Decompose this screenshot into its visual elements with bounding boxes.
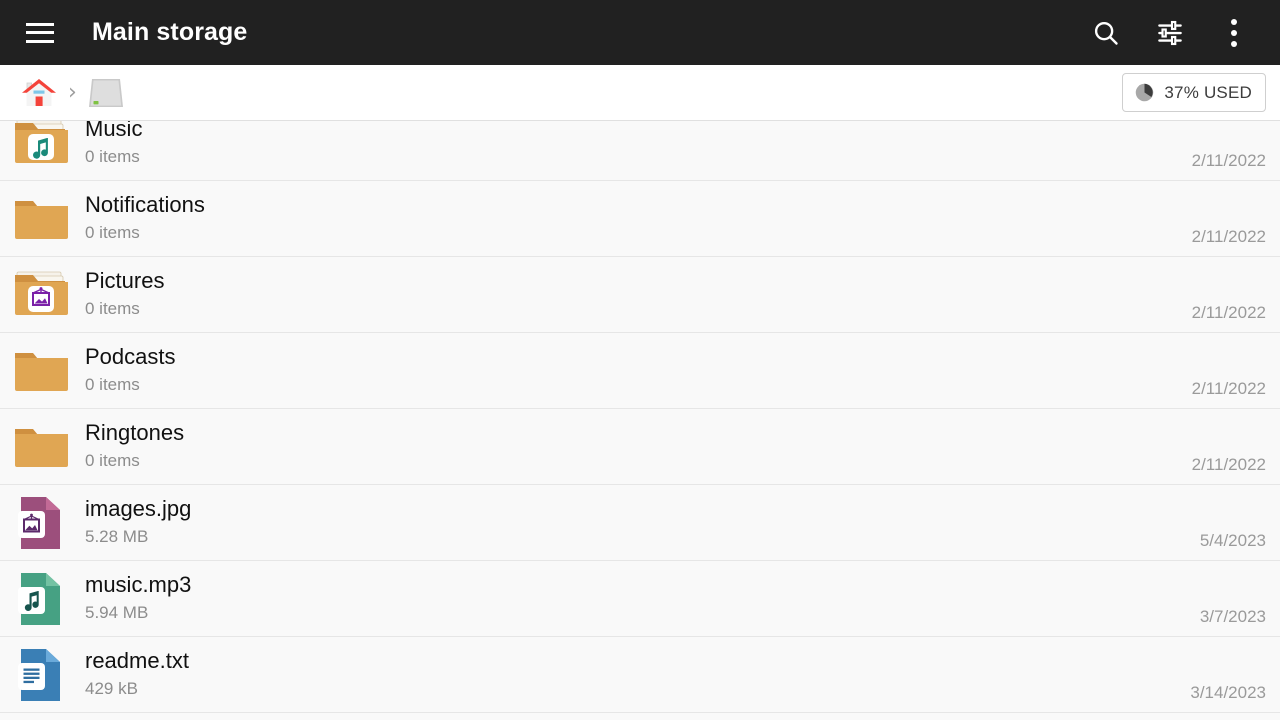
sort-settings-button[interactable]: [1146, 9, 1194, 57]
search-icon: [1094, 21, 1118, 45]
file-subtitle: 429 kB: [85, 678, 138, 698]
file-name: Music: [85, 121, 143, 141]
file-subtitle: 0 items: [85, 298, 140, 318]
folder-icon: [15, 352, 68, 391]
file-list-inner: Music 0 items 2/11/2022 Notifications 0 ite…: [0, 121, 1280, 713]
file-list-row-text: readme.txt 429 kB: [85, 648, 1190, 701]
search-button[interactable]: [1082, 9, 1130, 57]
breadcrumb: › 37% USED: [0, 65, 1280, 121]
folder-icon-wrapper: [10, 417, 70, 477]
file-list-row-text: Pictures 0 items: [85, 268, 1192, 321]
file-list-row[interactable]: Pictures 0 items 2/11/2022: [0, 257, 1280, 333]
overflow-menu-button[interactable]: [1210, 9, 1258, 57]
file-date: 2/11/2022: [1191, 227, 1266, 246]
file-list-row[interactable]: music.mp3 5.94 MB 3/7/2023: [0, 561, 1280, 637]
app-bar: Main storage: [0, 0, 1280, 65]
file-list-row[interactable]: Ringtones 0 items 2/11/2022: [0, 409, 1280, 485]
file-list-row[interactable]: Music 0 items 2/11/2022: [0, 121, 1280, 181]
file-subtitle: 5.94 MB: [85, 602, 149, 622]
file-list-row-text: Ringtones 0 items: [85, 420, 1192, 473]
file-list-row[interactable]: Podcasts 0 items 2/11/2022: [0, 333, 1280, 409]
sliders-settings-icon: [1158, 20, 1182, 45]
file-audio-icon-wrapper: [10, 569, 70, 629]
folder-icon-wrapper: [10, 189, 70, 249]
breadcrumb-item-drive[interactable]: [79, 69, 133, 117]
file-image-icon: [18, 496, 60, 549]
storage-usage-label: 37% USED: [1164, 82, 1252, 102]
file-name: Pictures: [85, 267, 165, 293]
file-list-row-text: Podcasts 0 items: [85, 344, 1192, 397]
storage-usage-badge[interactable]: 37% USED: [1122, 73, 1266, 112]
hamburger-menu-icon: [26, 22, 54, 43]
file-list-row[interactable]: Notifications 0 items 2/11/2022: [0, 181, 1280, 257]
file-subtitle: 5.28 MB: [85, 526, 149, 546]
file-image-icon-wrapper: [10, 493, 70, 553]
pie-chart-icon: [1136, 83, 1154, 102]
hard-drive-icon: [88, 78, 123, 107]
hamburger-menu-button[interactable]: [16, 9, 64, 57]
file-name: music.mp3: [85, 571, 192, 597]
file-date: 5/4/2023: [1199, 531, 1266, 550]
folder-pictures-icon-wrapper: [10, 265, 70, 325]
folder-icon: [15, 428, 68, 467]
page-title: Main storage: [92, 18, 248, 46]
file-list[interactable]: Music 0 items 2/11/2022 Notifications 0 ite…: [0, 121, 1280, 720]
file-subtitle: 0 items: [85, 450, 140, 470]
file-date: 3/14/2023: [1190, 683, 1266, 702]
file-name: Notifications: [85, 191, 205, 217]
folder-music-icon-wrapper: [10, 121, 70, 173]
file-date: 2/11/2022: [1191, 151, 1266, 170]
home-icon: [22, 78, 56, 106]
folder-icon: [15, 200, 68, 239]
breadcrumb-separator-icon: ›: [68, 79, 77, 105]
breadcrumb-item-home[interactable]: [12, 69, 66, 117]
folder-music-icon: [15, 121, 68, 163]
file-name: Podcasts: [85, 343, 176, 369]
folder-icon-wrapper: [10, 341, 70, 401]
file-name: Ringtones: [85, 419, 185, 445]
file-list-row[interactable]: images.jpg 5.28 MB 5/4/2023: [0, 485, 1280, 561]
file-text-icon: [18, 648, 60, 701]
file-audio-icon: [18, 572, 60, 625]
file-list-row-text: Notifications 0 items: [85, 192, 1192, 245]
file-list-row-text: Music 0 items: [85, 121, 1192, 169]
file-subtitle: 0 items: [85, 222, 140, 242]
file-date: 2/11/2022: [1191, 303, 1266, 322]
file-list-row[interactable]: readme.txt 429 kB 3/14/2023: [0, 637, 1280, 713]
file-date: 2/11/2022: [1191, 379, 1266, 398]
file-name: images.jpg: [85, 495, 192, 521]
file-name: readme.txt: [85, 647, 189, 673]
file-date: 2/11/2022: [1191, 455, 1266, 474]
overflow-menu-icon: [1231, 18, 1237, 47]
file-subtitle: 0 items: [85, 146, 140, 166]
appbar-actions: [1082, 9, 1258, 57]
file-text-icon-wrapper: [10, 645, 70, 705]
file-date: 3/7/2023: [1199, 607, 1266, 626]
file-subtitle: 0 items: [85, 374, 140, 394]
folder-pictures-icon: [15, 271, 68, 315]
file-list-row-text: images.jpg 5.28 MB: [85, 496, 1200, 549]
file-list-row-text: music.mp3 5.94 MB: [85, 572, 1200, 625]
